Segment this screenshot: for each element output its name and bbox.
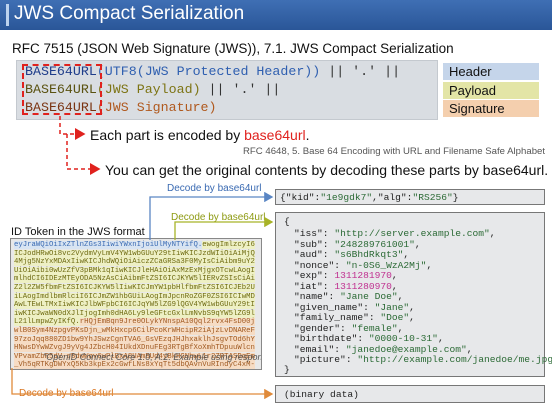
header-connector [149,191,274,240]
signature-connector [11,368,274,400]
decode-arrow [66,134,101,175]
encoding-arrow [59,116,86,140]
payload-connector [174,216,274,240]
connector-arrows [11,116,274,400]
